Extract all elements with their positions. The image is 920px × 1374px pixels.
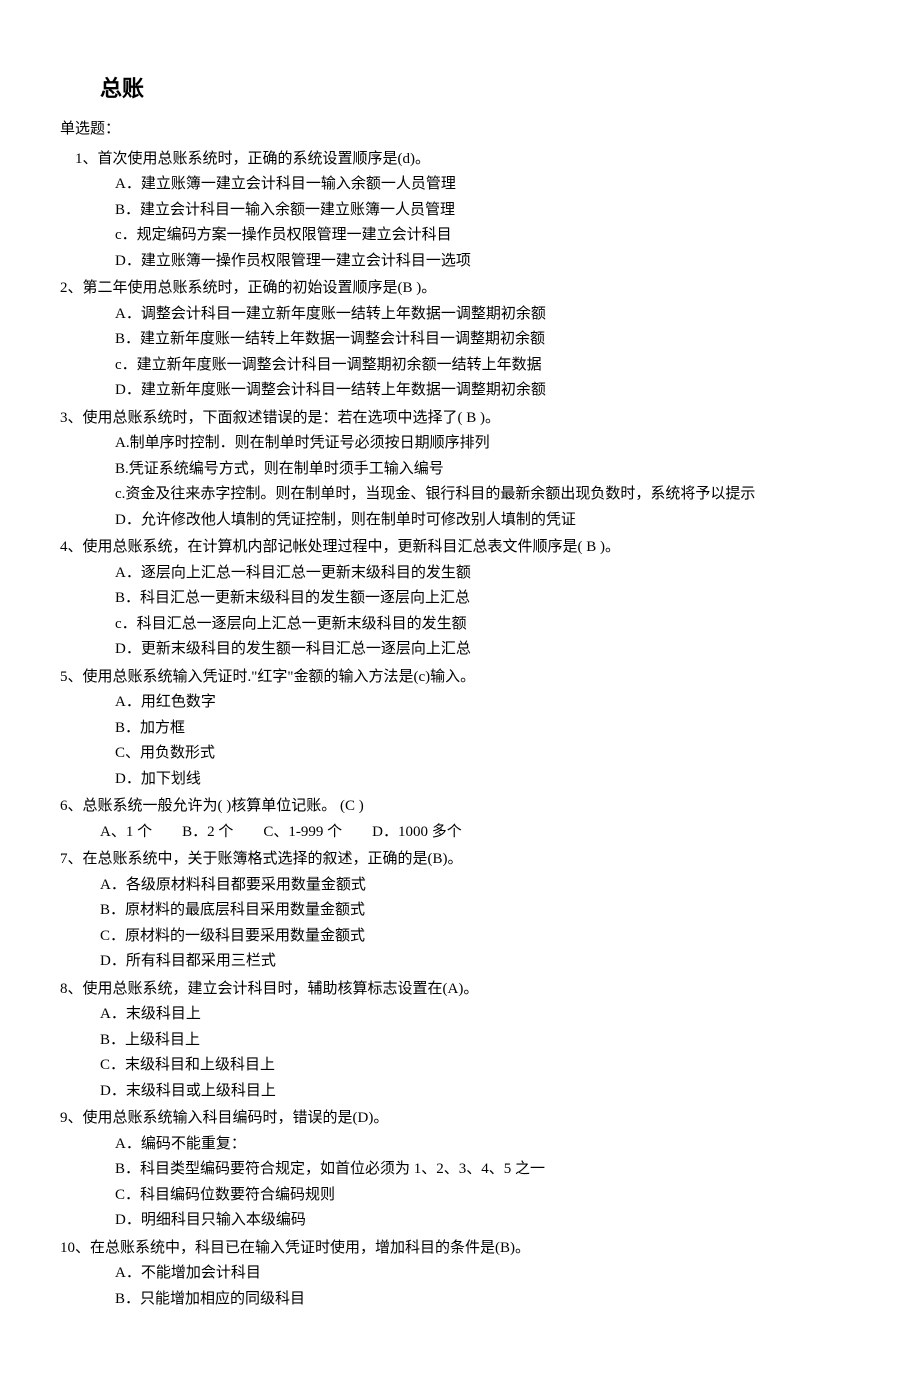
options: A．末级科目上B．上级科目上C．末级科目和上级科目上D．末级科目或上级科目上 bbox=[60, 1002, 860, 1104]
option: C．科目编码位数要符合编码规则 bbox=[115, 1183, 860, 1209]
option: A、1 个 bbox=[100, 824, 152, 840]
question: 3、使用总账系统时，下面叙述错误的是：若在选项中选择了( B )。A.制单序时控… bbox=[60, 406, 860, 534]
option: A．用红色数字 bbox=[115, 690, 860, 716]
option: D．加下划线 bbox=[115, 767, 860, 793]
options: A．用红色数字B．加方框C、用负数形式D．加下划线 bbox=[60, 690, 860, 792]
question: 9、使用总账系统输入科目编码时，错误的是(D)。A．编码不能重复：B．科目类型编… bbox=[60, 1106, 860, 1234]
option: B．建立会计科目一输入余额一建立账簿一人员管理 bbox=[115, 198, 860, 224]
option: A．末级科目上 bbox=[100, 1002, 860, 1028]
option: B．加方框 bbox=[115, 716, 860, 742]
question-stem: 9、使用总账系统输入科目编码时，错误的是(D)。 bbox=[60, 1106, 860, 1132]
option: B．科目类型编码要符合规定，如首位必须为 1、2、3、4、5 之一 bbox=[115, 1157, 860, 1183]
option: B．只能增加相应的同级科目 bbox=[115, 1287, 860, 1313]
option: B．原材料的最底层科目采用数量金额式 bbox=[100, 898, 860, 924]
section-label: 单选题： bbox=[60, 117, 860, 143]
question: 5、使用总账系统输入凭证时."红字"金额的输入方法是(c)输入。A．用红色数字B… bbox=[60, 665, 860, 793]
option: B．2 个 bbox=[182, 824, 233, 840]
question-stem: 5、使用总账系统输入凭证时."红字"金额的输入方法是(c)输入。 bbox=[60, 665, 860, 691]
options: A．不能增加会计科目B．只能增加相应的同级科目 bbox=[60, 1261, 860, 1312]
option: B．建立新年度账一结转上年数据一调整会计科目一调整期初余额 bbox=[115, 327, 860, 353]
option: A.制单序时控制．则在制单时凭证号必须按日期顺序排列 bbox=[115, 431, 860, 457]
question-stem: 2、第二年使用总账系统时，正确的初始设置顺序是(B )。 bbox=[60, 276, 860, 302]
options: A．调整会计科目一建立新年度账一结转上年数据一调整期初余额B．建立新年度账一结转… bbox=[60, 302, 860, 404]
option: c．科目汇总一逐层向上汇总一更新末级科目的发生额 bbox=[115, 612, 860, 638]
option: D．明细科目只输入本级编码 bbox=[115, 1208, 860, 1234]
option: c.资金及往来赤字控制。则在制单时，当现金、银行科目的最新余额出现负数时，系统将… bbox=[115, 482, 860, 508]
option: D．建立账簿一操作员权限管理一建立会计科目一选项 bbox=[115, 249, 860, 275]
question-stem: 1、首次使用总账系统时，正确的系统设置顺序是(d)。 bbox=[60, 147, 860, 173]
question: 10、在总账系统中，科目已在输入凭证时使用，增加科目的条件是(B)。A．不能增加… bbox=[60, 1236, 860, 1313]
question-stem: 3、使用总账系统时，下面叙述错误的是：若在选项中选择了( B )。 bbox=[60, 406, 860, 432]
options: A．建立账簿一建立会计科目一输入余额一人员管理B．建立会计科目一输入余额一建立账… bbox=[60, 172, 860, 274]
option: B．科目汇总一更新末级科目的发生额一逐层向上汇总 bbox=[115, 586, 860, 612]
option: A．调整会计科目一建立新年度账一结转上年数据一调整期初余额 bbox=[115, 302, 860, 328]
question: 1、首次使用总账系统时，正确的系统设置顺序是(d)。A．建立账簿一建立会计科目一… bbox=[60, 147, 860, 275]
option: c．规定编码方案一操作员权限管理一建立会计科目 bbox=[115, 223, 860, 249]
option: A．建立账簿一建立会计科目一输入余额一人员管理 bbox=[115, 172, 860, 198]
question-stem: 8、使用总账系统，建立会计科目时，辅助核算标志设置在(A)。 bbox=[60, 977, 860, 1003]
option: A．编码不能重复： bbox=[115, 1132, 860, 1158]
option: A．逐层向上汇总一科目汇总一更新末级科目的发生额 bbox=[115, 561, 860, 587]
question-stem: 6、总账系统一般允许为( )核算单位记账。 (C ) bbox=[60, 794, 860, 820]
question: 7、在总账系统中，关于账簿格式选择的叙述，正确的是(B)。A．各级原材料科目都要… bbox=[60, 847, 860, 975]
option: c．建立新年度账一调整会计科目一调整期初余额一结转上年数据 bbox=[115, 353, 860, 379]
question: 8、使用总账系统，建立会计科目时，辅助核算标志设置在(A)。A．末级科目上B．上… bbox=[60, 977, 860, 1105]
options: A.制单序时控制．则在制单时凭证号必须按日期顺序排列B.凭证系统编号方式，则在制… bbox=[60, 431, 860, 533]
option: D．所有科目都采用三栏式 bbox=[100, 949, 860, 975]
question-stem: 4、使用总账系统，在计算机内部记帐处理过程中，更新科目汇总表文件顺序是( B )… bbox=[60, 535, 860, 561]
option: B.凭证系统编号方式，则在制单时须手工输入编号 bbox=[115, 457, 860, 483]
options: A．编码不能重复：B．科目类型编码要符合规定，如首位必须为 1、2、3、4、5 … bbox=[60, 1132, 860, 1234]
option: A．各级原材料科目都要采用数量金额式 bbox=[100, 873, 860, 899]
option: D．更新末级科目的发生额一科目汇总一逐层向上汇总 bbox=[115, 637, 860, 663]
option: C．末级科目和上级科目上 bbox=[100, 1053, 860, 1079]
options: A．各级原材料科目都要采用数量金额式B．原材料的最底层科目采用数量金额式C．原材… bbox=[60, 873, 860, 975]
option: C．原材料的一级科目要采用数量金额式 bbox=[100, 924, 860, 950]
option: D．建立新年度账一调整会计科目一结转上年数据一调整期初余额 bbox=[115, 378, 860, 404]
option: D．1000 多个 bbox=[372, 824, 462, 840]
option: D．末级科目或上级科目上 bbox=[100, 1079, 860, 1105]
document-title: 总账 bbox=[100, 70, 860, 107]
option: C、用负数形式 bbox=[115, 741, 860, 767]
option-row: A、1 个 B．2 个 C、1-999 个 D．1000 多个 bbox=[60, 820, 860, 846]
question: 4、使用总账系统，在计算机内部记帐处理过程中，更新科目汇总表文件顺序是( B )… bbox=[60, 535, 860, 663]
option: C、1-999 个 bbox=[263, 824, 342, 840]
question-stem: 7、在总账系统中，关于账簿格式选择的叙述，正确的是(B)。 bbox=[60, 847, 860, 873]
options: A．逐层向上汇总一科目汇总一更新末级科目的发生额B．科目汇总一更新末级科目的发生… bbox=[60, 561, 860, 663]
questions-container: 1、首次使用总账系统时，正确的系统设置顺序是(d)。A．建立账簿一建立会计科目一… bbox=[60, 147, 860, 1313]
question: 6、总账系统一般允许为( )核算单位记账。 (C ) A、1 个 B．2 个 C、1-… bbox=[60, 794, 860, 845]
option: B．上级科目上 bbox=[100, 1028, 860, 1054]
option: D．允许修改他人填制的凭证控制，则在制单时可修改别人填制的凭证 bbox=[115, 508, 860, 534]
question: 2、第二年使用总账系统时，正确的初始设置顺序是(B )。A．调整会计科目一建立新… bbox=[60, 276, 860, 404]
question-stem: 10、在总账系统中，科目已在输入凭证时使用，增加科目的条件是(B)。 bbox=[60, 1236, 860, 1262]
option: A．不能增加会计科目 bbox=[115, 1261, 860, 1287]
